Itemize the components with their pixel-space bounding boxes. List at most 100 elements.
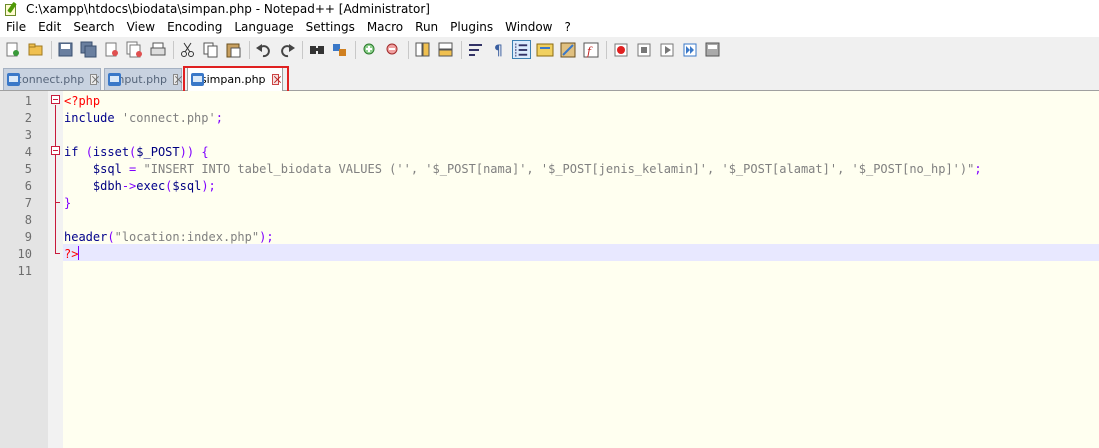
menu-search[interactable]: Search bbox=[67, 17, 120, 37]
show-all-chars-button[interactable]: ¶ bbox=[489, 40, 508, 59]
code-token: "INSERT INTO tabel_biodata VALUES ('', '… bbox=[143, 162, 975, 176]
replace-button[interactable] bbox=[330, 40, 349, 59]
code-line[interactable]: <?php bbox=[64, 93, 100, 110]
svg-text:¶: ¶ bbox=[494, 43, 503, 59]
save-all-button[interactable] bbox=[79, 40, 98, 59]
code-token: 'connect.php' bbox=[121, 111, 216, 125]
text-caret bbox=[78, 246, 80, 260]
line-number: 11 bbox=[17, 264, 32, 278]
menu-settings[interactable]: Settings bbox=[300, 17, 361, 37]
find-button[interactable] bbox=[307, 40, 326, 59]
menu-macro[interactable]: Macro bbox=[361, 17, 409, 37]
menu-edit[interactable]: Edit bbox=[32, 17, 67, 37]
close-tab-icon[interactable] bbox=[271, 74, 279, 85]
toolbar-separator bbox=[461, 40, 462, 59]
zoom-out-button[interactable] bbox=[383, 40, 402, 59]
tab-label: simpan.php bbox=[200, 73, 266, 86]
record-macro-button[interactable] bbox=[611, 40, 630, 59]
playback-macro-button[interactable] bbox=[657, 40, 676, 59]
menu-plugins[interactable]: Plugins bbox=[444, 17, 499, 37]
word-wrap-button[interactable] bbox=[466, 40, 485, 59]
zoom-out-icon bbox=[386, 43, 397, 54]
stop-recording-button[interactable] bbox=[634, 40, 653, 59]
code-token: ; bbox=[215, 111, 223, 125]
code-token: isset bbox=[92, 145, 130, 159]
print-button[interactable] bbox=[148, 40, 167, 59]
code-line[interactable]: $dbh->exec($sql); bbox=[64, 178, 216, 195]
sync-vertical-button[interactable] bbox=[413, 40, 432, 59]
code-token: -> bbox=[121, 179, 137, 193]
user-defined-language-icon bbox=[536, 43, 553, 56]
tab-simpan-php[interactable]: simpan.php bbox=[187, 66, 283, 91]
stop-recording-icon bbox=[637, 43, 650, 56]
word-wrap-icon bbox=[468, 43, 482, 56]
code-line[interactable]: } bbox=[64, 195, 71, 212]
fold-line bbox=[55, 105, 56, 253]
toolbar-separator bbox=[408, 40, 409, 59]
code-token: ( bbox=[107, 230, 115, 244]
code-token: $dbh bbox=[92, 179, 122, 193]
close-icon bbox=[105, 42, 118, 56]
menu-window[interactable]: Window bbox=[499, 17, 558, 37]
title-bar: C:\xampp\htdocs\biodata\simpan.php - Not… bbox=[0, 0, 1099, 17]
code-line[interactable]: header("location:index.php"); bbox=[64, 229, 274, 246]
menu-run[interactable]: Run bbox=[409, 17, 444, 37]
zoom-in-button[interactable] bbox=[360, 40, 379, 59]
code-line[interactable]: ?> bbox=[64, 246, 80, 263]
function-list-button[interactable]: f bbox=[581, 40, 600, 59]
fold-toggle-icon[interactable] bbox=[51, 95, 60, 104]
close-tab-icon[interactable] bbox=[173, 74, 178, 85]
code-line[interactable]: include 'connect.php'; bbox=[64, 110, 223, 127]
file-icon bbox=[191, 73, 204, 86]
current-line-highlight bbox=[63, 244, 1099, 261]
code-token: )) bbox=[179, 145, 195, 159]
menu-file[interactable]: File bbox=[0, 17, 32, 37]
copy-button[interactable] bbox=[201, 40, 220, 59]
zoom-in-icon bbox=[363, 43, 374, 54]
sync-horizontal-button[interactable] bbox=[436, 40, 455, 59]
cut-button[interactable] bbox=[178, 40, 197, 59]
tab-input-php[interactable]: input.php bbox=[104, 68, 182, 90]
tab-connect-php[interactable]: connect.php bbox=[3, 68, 101, 90]
close-button[interactable] bbox=[102, 40, 121, 59]
close-all-icon bbox=[126, 41, 142, 57]
redo-icon bbox=[280, 43, 295, 57]
menu-encoding[interactable]: Encoding bbox=[161, 17, 228, 37]
playback-macro-icon bbox=[660, 43, 673, 56]
menu-view[interactable]: View bbox=[121, 17, 161, 37]
code-token: $sql bbox=[172, 179, 202, 193]
run-macro-multiple-icon bbox=[683, 43, 696, 56]
code-line[interactable]: $sql = "INSERT INTO tabel_biodata VALUES… bbox=[64, 161, 982, 178]
close-all-button[interactable] bbox=[125, 40, 144, 59]
user-defined-language-button[interactable] bbox=[535, 40, 554, 59]
close-tab-icon[interactable] bbox=[90, 74, 97, 85]
paste-button[interactable] bbox=[224, 40, 243, 59]
undo-button[interactable] bbox=[254, 40, 273, 59]
toolbar-separator bbox=[302, 40, 303, 59]
new-file-icon bbox=[6, 42, 19, 56]
document-map-button[interactable] bbox=[558, 40, 577, 59]
menu-help[interactable]: ? bbox=[558, 17, 576, 37]
code-token: { bbox=[201, 145, 209, 159]
redo-button[interactable] bbox=[277, 40, 296, 59]
code-token: ); bbox=[201, 179, 216, 193]
toolbar-separator bbox=[249, 40, 250, 59]
document-map-icon bbox=[560, 42, 575, 57]
notepad-plus-plus-icon bbox=[4, 1, 18, 16]
save-button[interactable] bbox=[56, 40, 75, 59]
code-token: if bbox=[64, 145, 79, 159]
save-macro-button[interactable] bbox=[703, 40, 722, 59]
fold-toggle-icon[interactable] bbox=[51, 146, 60, 155]
new-file-button[interactable] bbox=[3, 40, 22, 59]
line-number: 8 bbox=[24, 213, 32, 227]
code-area[interactable] bbox=[63, 91, 1099, 448]
open-file-button[interactable] bbox=[26, 40, 45, 59]
menu-language[interactable]: Language bbox=[228, 17, 299, 37]
editor[interactable]: 1 <?php 2 include 'connect.php'; 3 4 if (isset… bbox=[0, 91, 1099, 448]
indent-guide-button[interactable] bbox=[512, 40, 531, 59]
run-macro-multiple-button[interactable] bbox=[680, 40, 699, 59]
code-line[interactable]: if (isset($_POST)) { bbox=[64, 144, 209, 161]
